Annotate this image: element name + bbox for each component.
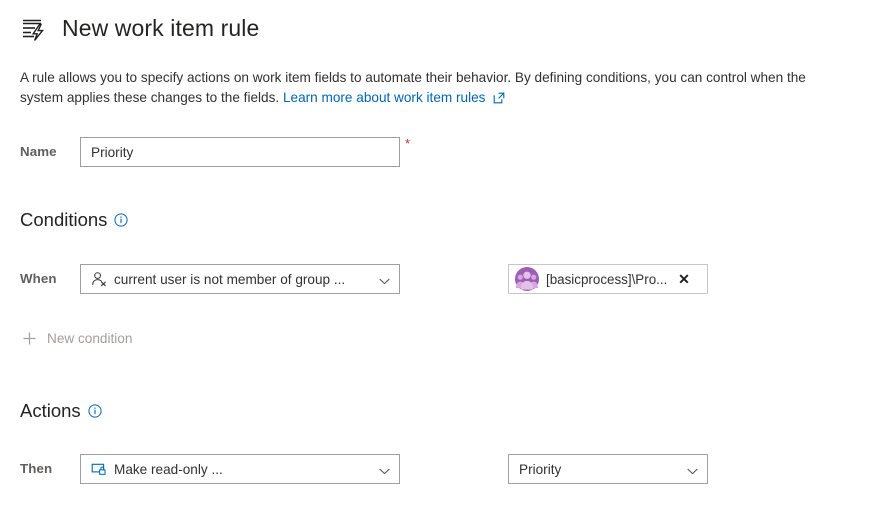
chevron-down-icon: [687, 464, 698, 475]
user-remove-icon: [91, 271, 107, 287]
page-header: New work item rule: [20, 14, 259, 42]
condition-identity-chip[interactable]: [basicprocess]\Pro... ✕: [508, 264, 708, 294]
info-icon[interactable]: [114, 213, 128, 227]
action-type-value: Make read-only ...: [114, 462, 371, 477]
then-field-row: Then Make read-only ... Priority: [20, 454, 708, 484]
action-type-dropdown[interactable]: Make read-only ...: [80, 454, 400, 484]
group-avatar-icon: [515, 267, 539, 291]
required-indicator: *: [405, 137, 410, 151]
close-icon[interactable]: ✕: [675, 270, 693, 288]
identity-chip-label: [basicprocess]\Pro...: [546, 272, 671, 287]
field-lock-icon: [91, 461, 107, 477]
new-work-item-rule-page: New work item rule A rule allows you to …: [0, 0, 869, 513]
actions-heading-label: Actions: [20, 400, 81, 422]
action-field-dropdown[interactable]: Priority: [508, 454, 708, 484]
conditions-heading-label: Conditions: [20, 209, 107, 231]
external-link-icon: [485, 90, 505, 105]
name-label: Name: [20, 137, 80, 167]
chevron-down-icon: [379, 274, 390, 285]
then-label: Then: [20, 454, 80, 484]
rule-lightning-icon: [20, 14, 48, 42]
new-condition-button[interactable]: New condition: [22, 331, 132, 346]
page-description: A rule allows you to specify actions on …: [20, 68, 850, 108]
when-label: When: [20, 264, 80, 294]
page-title: New work item rule: [62, 14, 259, 42]
plus-icon: [22, 331, 37, 346]
info-icon[interactable]: [88, 404, 102, 418]
name-field-row: Name *: [20, 137, 410, 167]
action-field-value: Priority: [519, 462, 679, 477]
chevron-down-icon: [379, 464, 390, 475]
name-input[interactable]: [80, 137, 400, 167]
learn-more-link[interactable]: Learn more about work item rules: [283, 90, 486, 105]
actions-heading: Actions: [20, 400, 102, 422]
condition-type-dropdown[interactable]: current user is not member of group ...: [80, 264, 400, 294]
when-field-row: When current user is not member of group…: [20, 264, 708, 294]
condition-type-value: current user is not member of group ...: [114, 272, 371, 287]
new-condition-label: New condition: [47, 331, 132, 346]
conditions-heading: Conditions: [20, 209, 128, 231]
